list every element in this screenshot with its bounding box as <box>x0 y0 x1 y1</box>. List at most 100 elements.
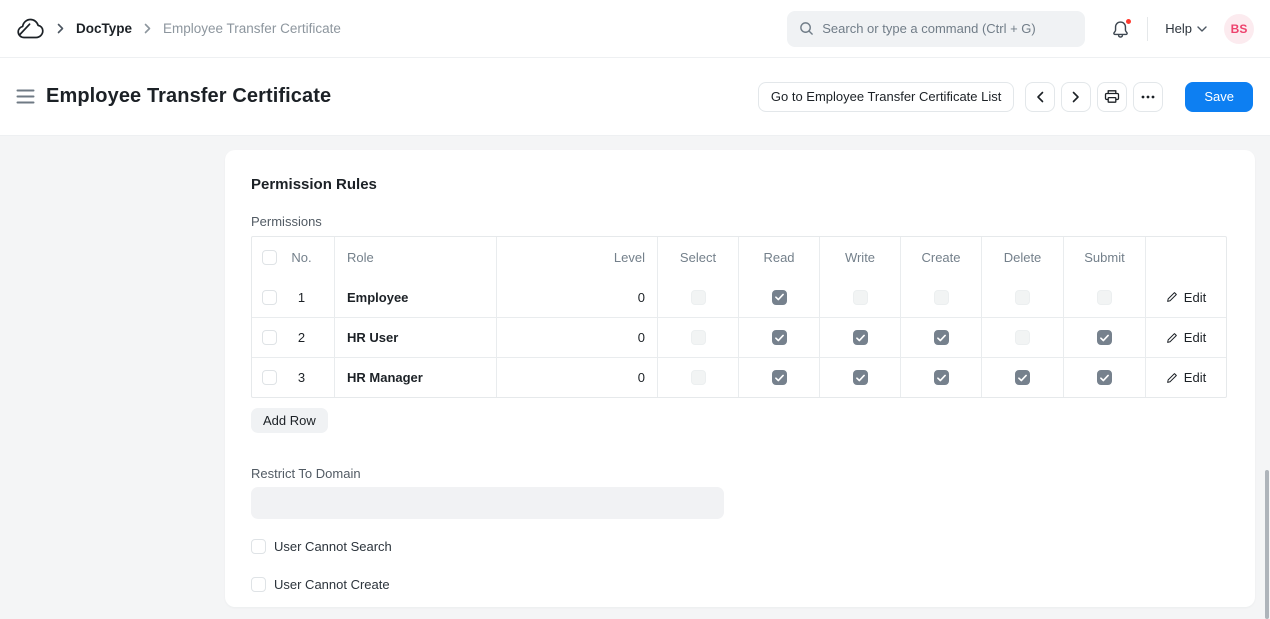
grid-cell-actions: Edit <box>1146 358 1226 397</box>
grid-cell-no: 1 <box>252 277 335 317</box>
create-checkbox[interactable] <box>934 330 949 345</box>
add-row-button[interactable]: Add Row <box>251 408 328 433</box>
edit-row-button[interactable]: Edit <box>1166 290 1206 305</box>
grid-header-cell-submit: Submit <box>1064 237 1146 277</box>
chevron-right-icon <box>57 23 64 34</box>
create-checkbox[interactable] <box>934 370 949 385</box>
permissions-field-label: Permissions <box>251 214 1229 229</box>
grid-cell-write <box>820 358 901 397</box>
pencil-icon <box>1166 291 1178 303</box>
grid-cell-submit <box>1064 277 1146 317</box>
grid-header-cell-write: Write <box>820 237 901 277</box>
global-search[interactable] <box>787 11 1085 47</box>
create-checkbox[interactable] <box>934 290 949 305</box>
grid-cell-delete <box>982 318 1064 357</box>
main-content: Permission Rules Permissions No.RoleLeve… <box>0 136 1270 619</box>
grid-cell-role[interactable]: HR User <box>335 318 497 357</box>
vertical-scrollbar-thumb[interactable] <box>1265 470 1269 619</box>
row-select-checkbox[interactable] <box>262 330 277 345</box>
menu-icon[interactable] <box>16 89 35 104</box>
grid-cell-delete <box>982 277 1064 317</box>
select-checkbox[interactable] <box>691 290 706 305</box>
grid-header-cell-delete: Delete <box>982 237 1064 277</box>
breadcrumb: DocType Employee Transfer Certificate <box>16 17 341 40</box>
permission-table-row: 1 Employee 0 Edit <box>252 277 1226 317</box>
page-header: Employee Transfer Certificate Go to Empl… <box>0 58 1270 136</box>
next-document-button[interactable] <box>1061 82 1091 112</box>
grid-cell-read <box>739 318 820 357</box>
breadcrumb-doctype[interactable]: DocType <box>76 21 132 36</box>
more-options-button[interactable] <box>1133 82 1163 112</box>
submit-checkbox[interactable] <box>1097 330 1112 345</box>
role-name: Employee <box>347 290 408 305</box>
notification-dot <box>1125 18 1132 25</box>
level-value: 0 <box>638 370 645 385</box>
read-checkbox[interactable] <box>772 370 787 385</box>
print-button[interactable] <box>1097 82 1127 112</box>
grid-cell-submit <box>1064 318 1146 357</box>
grid-cell-select <box>658 358 739 397</box>
user-cannot-search-checkbox-row[interactable]: User Cannot Search <box>251 539 1229 554</box>
grid-header-role-label: Role <box>347 250 374 265</box>
edit-row-button[interactable]: Edit <box>1166 330 1206 345</box>
search-input[interactable] <box>822 21 1073 36</box>
grid-cell-role[interactable]: HR Manager <box>335 358 497 397</box>
prev-document-button[interactable] <box>1025 82 1055 112</box>
select-checkbox[interactable] <box>691 370 706 385</box>
select-checkbox[interactable] <box>691 330 706 345</box>
user-cannot-create-checkbox[interactable] <box>251 577 266 592</box>
grid-header-cell-select: Select <box>658 237 739 277</box>
write-checkbox[interactable] <box>853 290 868 305</box>
pencil-icon <box>1166 372 1178 384</box>
row-select-checkbox[interactable] <box>262 290 277 305</box>
grid-cell-create <box>901 277 982 317</box>
user-cannot-search-checkbox[interactable] <box>251 539 266 554</box>
permission-table-row: 2HR User0Edit <box>252 317 1226 357</box>
notifications-bell-icon[interactable] <box>1111 19 1130 39</box>
grid-cell-role[interactable]: Employee <box>335 277 497 317</box>
row-number: 3 <box>277 370 334 385</box>
grid-header-cell-create: Create <box>901 237 982 277</box>
grid-cell-read <box>739 358 820 397</box>
level-value: 0 <box>638 290 645 305</box>
grid-cell-create <box>901 358 982 397</box>
submit-checkbox[interactable] <box>1097 370 1112 385</box>
delete-checkbox[interactable] <box>1015 370 1030 385</box>
help-menu[interactable]: Help <box>1165 21 1207 36</box>
submit-checkbox[interactable] <box>1097 290 1112 305</box>
read-checkbox[interactable] <box>772 290 787 305</box>
grid-cell-write <box>820 318 901 357</box>
row-select-checkbox[interactable] <box>262 370 277 385</box>
delete-checkbox[interactable] <box>1015 290 1030 305</box>
section-title: Permission Rules <box>251 176 1229 193</box>
grid-cell-level[interactable]: 0 <box>497 318 658 357</box>
grid-header-level-label: Level <box>614 250 645 265</box>
navbar: DocType Employee Transfer Certificate He… <box>0 0 1270 58</box>
avatar[interactable]: BS <box>1224 14 1254 44</box>
grid-cell-level[interactable]: 0 <box>497 277 658 317</box>
go-to-list-button[interactable]: Go to Employee Transfer Certificate List <box>758 82 1014 112</box>
grid-header-cell-level: Level <box>497 237 658 277</box>
save-button[interactable]: Save <box>1185 82 1253 112</box>
grid-header-submit-label: Submit <box>1084 250 1124 265</box>
role-name: HR User <box>347 330 398 345</box>
delete-checkbox[interactable] <box>1015 330 1030 345</box>
grid-cell-level[interactable]: 0 <box>497 358 658 397</box>
write-checkbox[interactable] <box>853 330 868 345</box>
grid-header-create-label: Create <box>921 250 960 265</box>
select-all-checkbox[interactable] <box>262 250 277 265</box>
grid-cell-write <box>820 277 901 317</box>
grid-cell-no: 3 <box>252 358 335 397</box>
chevron-right-icon <box>144 23 151 34</box>
restrict-to-domain-input[interactable] <box>251 487 724 519</box>
app-logo-icon[interactable] <box>16 17 45 40</box>
row-number: 1 <box>277 290 334 305</box>
edit-row-button[interactable]: Edit <box>1166 370 1206 385</box>
user-cannot-create-checkbox-row[interactable]: User Cannot Create <box>251 577 1229 592</box>
read-checkbox[interactable] <box>772 330 787 345</box>
grid-cell-delete <box>982 358 1064 397</box>
write-checkbox[interactable] <box>853 370 868 385</box>
breadcrumb-current: Employee Transfer Certificate <box>163 21 341 36</box>
edit-label: Edit <box>1184 370 1206 385</box>
permission-rules-card: Permission Rules Permissions No.RoleLeve… <box>225 150 1255 607</box>
